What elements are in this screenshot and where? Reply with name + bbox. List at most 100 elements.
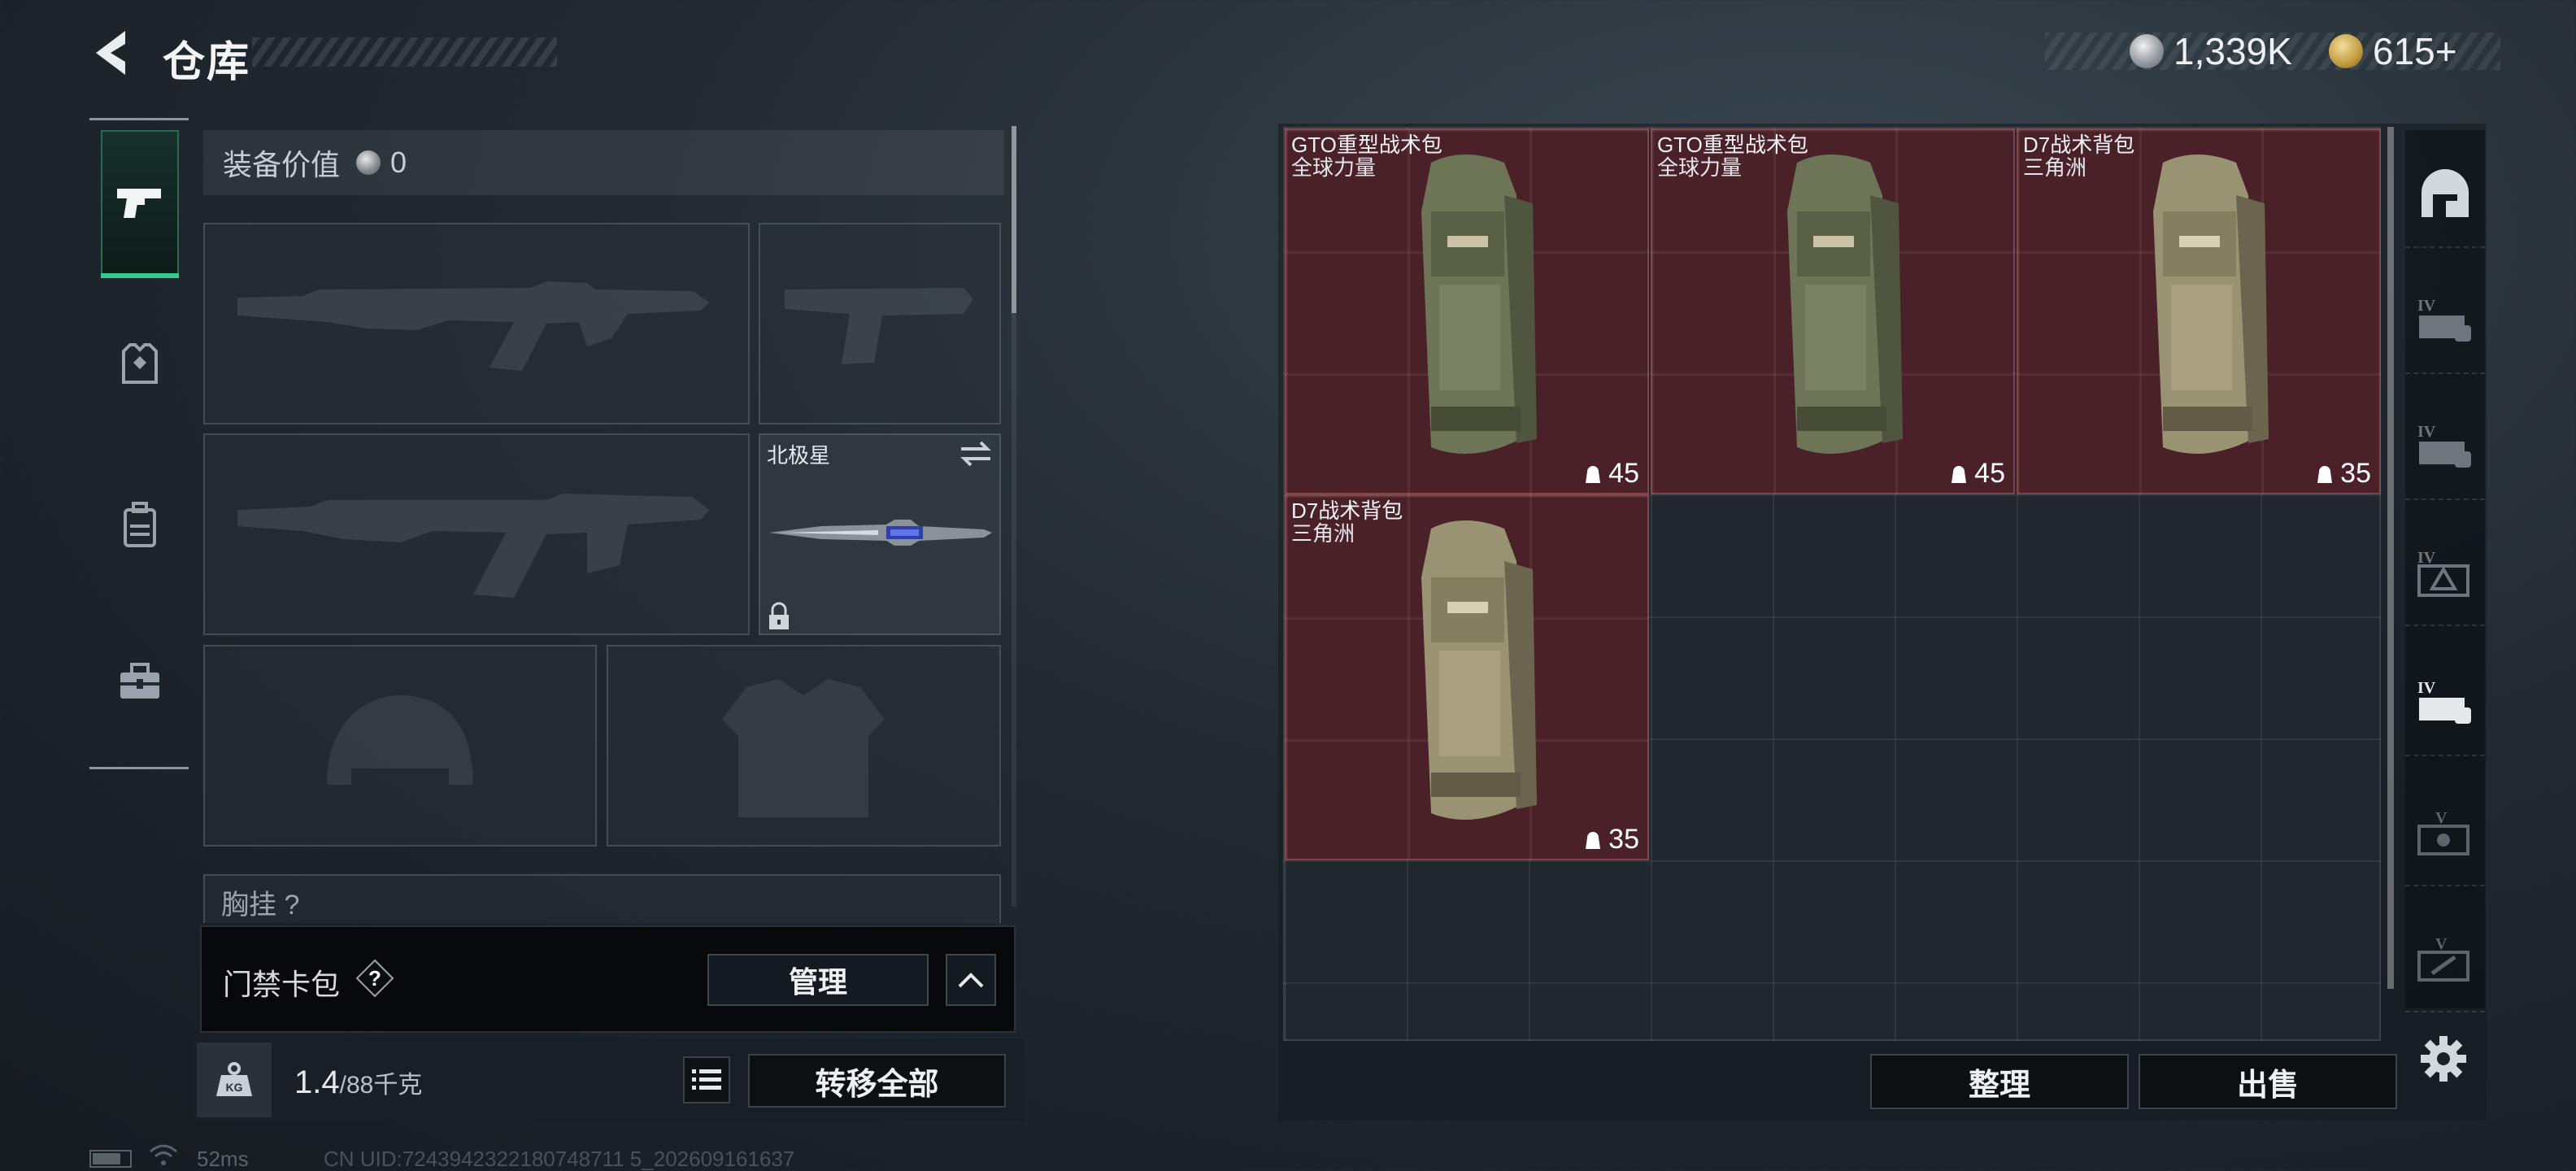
rifle-silhouette-icon <box>237 494 709 598</box>
back-button[interactable] <box>85 24 141 81</box>
category-weapon-case-2[interactable]: IV <box>2405 394 2485 500</box>
category-armor-case[interactable]: IV <box>2405 520 2485 626</box>
helmet-slot[interactable] <box>203 645 597 847</box>
pistol-silhouette-icon <box>785 288 973 364</box>
equipment-value-label: 装备价值 <box>223 148 341 181</box>
chevron-up-icon <box>958 973 984 988</box>
all-storage-icon <box>2422 169 2469 217</box>
equipment-scrollbar-thumb[interactable] <box>1012 126 1016 313</box>
chest-rig-label: 胸挂 ? <box>221 890 300 921</box>
capacity-current: 1.4 <box>294 1064 340 1100</box>
svg-text:V: V <box>2435 935 2448 953</box>
weight-icon: KG <box>197 1043 272 1117</box>
wifi-icon <box>148 1143 179 1168</box>
rifle-silhouette-icon <box>237 281 709 371</box>
category-ammo-case-2[interactable]: V <box>2405 907 2485 1012</box>
capacity-icon <box>1586 465 1601 483</box>
storage-item[interactable]: GTO重型战术包 全球力量 45 <box>1285 128 1649 494</box>
swap-icon[interactable] <box>958 439 994 468</box>
list-view-button[interactable] <box>683 1056 730 1104</box>
capacity-icon <box>1586 831 1601 849</box>
item-capacity: 45 <box>1582 458 1639 490</box>
tab-rail-bottom <box>89 767 189 769</box>
pistol-slot[interactable] <box>759 223 1001 424</box>
pistol-icon <box>117 189 161 218</box>
backpack-image <box>1787 155 1903 454</box>
sort-button[interactable]: 整理 <box>1870 1054 2129 1109</box>
tab-rail-top <box>89 118 189 120</box>
capacity-readout: 1.4/88千克 <box>294 1064 423 1100</box>
ammo-case-icon: V <box>2417 935 2469 982</box>
helmet-silhouette-icon <box>327 695 473 785</box>
capacity-unit: 千克 <box>373 1072 423 1099</box>
tab-tools[interactable] <box>101 642 179 720</box>
sell-button[interactable]: 出售 <box>2139 1054 2397 1109</box>
list-icon <box>692 1069 721 1090</box>
vest-silhouette-icon <box>722 679 885 817</box>
storage-item[interactable]: GTO重型战术包 全球力量 45 <box>1651 128 2015 494</box>
silver-currency-amount: 1,339K <box>2174 30 2292 72</box>
gold-currency-amount[interactable]: 615+ <box>2373 29 2457 73</box>
weapon-case-icon: IV <box>2417 423 2471 468</box>
ammo-case-icon: V <box>2417 809 2469 855</box>
knife-image <box>769 520 992 546</box>
equipment-value-amount: 0 <box>390 146 407 179</box>
tab-weapons[interactable] <box>101 130 179 276</box>
capacity-icon <box>2317 465 2333 483</box>
back-arrow-icon <box>96 31 125 75</box>
equipment-value-row: 装备价值 0 <box>203 130 1004 195</box>
settings-button[interactable] <box>2411 1026 2476 1091</box>
chest-rig-slot[interactable] <box>203 874 1001 923</box>
keycard-label: 门禁卡包 <box>223 968 341 1001</box>
svg-text:IV: IV <box>2417 297 2436 315</box>
item-capacity: 45 <box>1948 458 2005 490</box>
weapon-case-icon: IV <box>2417 679 2471 724</box>
expand-button[interactable] <box>946 954 996 1006</box>
category-weapon-case-1[interactable]: IV <box>2405 268 2485 374</box>
primary-weapon-slot-1[interactable] <box>203 223 750 424</box>
primary-weapon-slot-2[interactable] <box>203 433 750 635</box>
armor-case-icon: IV <box>2417 549 2469 597</box>
category-ammo-case-1[interactable]: V <box>2405 781 2485 886</box>
gear-icon <box>2421 1036 2466 1082</box>
transfer-all-button[interactable]: 转移全部 <box>748 1054 1006 1108</box>
page-title: 仓库 <box>163 39 251 86</box>
body-armor-slot[interactable] <box>607 645 1001 847</box>
item-brand: 三角洲 <box>1291 521 1355 546</box>
backpack-icon <box>124 502 156 547</box>
ping-readout: 52ms <box>197 1147 249 1171</box>
storage-item[interactable]: D7战术背包 三角洲 35 <box>2017 128 2381 494</box>
backpack-image <box>1421 155 1537 454</box>
user-uid: CN UID:7243942322180748711 5_20260916163… <box>324 1147 795 1171</box>
svg-text:V: V <box>2435 809 2448 827</box>
toolbox-icon <box>120 663 159 699</box>
silver-coin-icon <box>356 150 381 175</box>
item-brand: 全球力量 <box>1657 155 1743 180</box>
category-all-storage[interactable] <box>2405 142 2485 248</box>
svg-text:KG: KG <box>226 1081 243 1094</box>
svg-text:?: ? <box>368 966 381 990</box>
active-tab-indicator <box>101 273 179 278</box>
tab-backpack[interactable] <box>101 486 179 564</box>
help-icon[interactable]: ? <box>355 958 395 999</box>
storage-scrollbar[interactable] <box>2387 127 2394 989</box>
backpack-image <box>2153 155 2269 454</box>
item-brand: 全球力量 <box>1291 155 1377 180</box>
manage-button[interactable]: 管理 <box>707 954 929 1006</box>
category-weapon-case-3[interactable]: IV <box>2405 651 2485 756</box>
battery-icon <box>89 1150 132 1168</box>
item-brand: 三角洲 <box>2023 155 2087 180</box>
silver-coin-icon <box>2130 34 2164 68</box>
svg-text:IV: IV <box>2417 679 2436 697</box>
svg-text:IV: IV <box>2417 549 2436 567</box>
svg-text:IV: IV <box>2417 423 2436 441</box>
weapon-case-icon: IV <box>2417 297 2471 342</box>
melee-item-name: 北极星 <box>767 443 831 468</box>
tab-armor[interactable] <box>101 325 179 403</box>
gold-coin-icon <box>2329 34 2363 68</box>
capacity-icon <box>1952 465 1967 483</box>
capacity-max: 88 <box>346 1072 374 1099</box>
title-decoration <box>252 37 557 67</box>
armor-icon <box>122 343 158 384</box>
storage-item[interactable]: D7战术背包 三角洲 35 <box>1285 494 1649 860</box>
